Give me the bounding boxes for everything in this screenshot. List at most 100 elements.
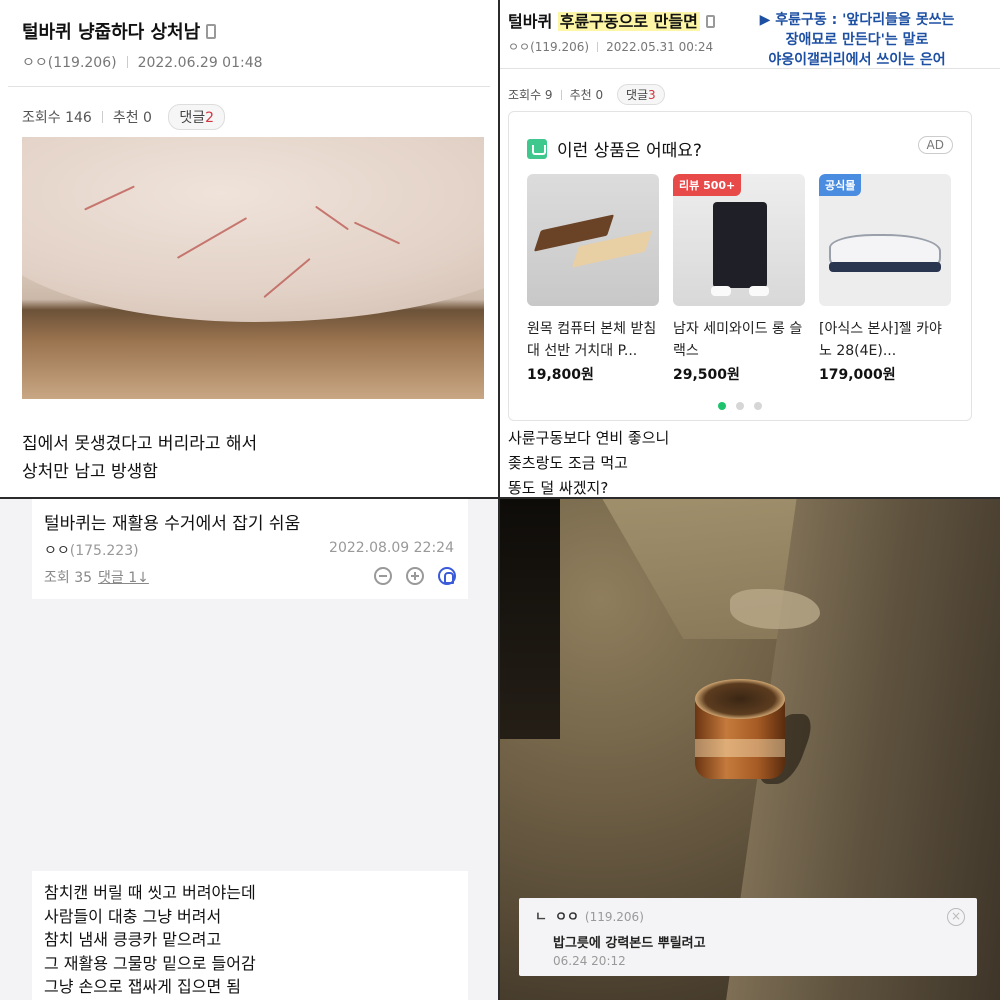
product-card[interactable]: 원목 컴퓨터 본체 받침대 선반 거치대 P... 19,800원: [527, 174, 659, 384]
product-price: 19,800원: [527, 367, 594, 383]
post-date: 2022.06.29 01:48: [137, 55, 263, 71]
bell-icon[interactable]: [438, 566, 456, 585]
product-card[interactable]: 공식몰 [아식스 본사]젤 카야노 28(4E)... 179,000원: [819, 174, 951, 384]
zoom-out-icon[interactable]: [374, 566, 392, 585]
post-title-text: 털바퀴 냥줍하다 상처남: [22, 22, 201, 43]
comment-count: 3: [648, 88, 656, 102]
ad-heading: 이런 상품은 어때요?: [527, 136, 702, 161]
product-price: 29,500원: [673, 367, 740, 383]
body-line: 참치캔 버릴 때 씻고 버려야는데: [44, 883, 256, 902]
collage-divider-vertical: [498, 0, 500, 1000]
comment-author[interactable]: ㄴㅇㅇ (119.206): [535, 906, 644, 925]
post-title[interactable]: 털바퀴 냥줍하다 상처남: [22, 18, 217, 44]
body-line: 그 재활용 그물망 밑으로 들어감: [44, 953, 256, 973]
product-image-slacks: 리뷰 500+: [673, 174, 805, 306]
collage-divider-horizontal: [0, 497, 1000, 499]
carousel-dot-active[interactable]: [718, 402, 726, 410]
ad-product-box: 이런 상품은 어때요? AD 원목 컴퓨터 본체 받침대 선반 거치대 P...…: [508, 111, 972, 421]
author[interactable]: ㅇㅇ(175.223): [44, 540, 139, 560]
product-image-sneaker: 공식몰: [819, 174, 951, 306]
product-tag: 리뷰 500+: [673, 174, 742, 196]
carousel-dot[interactable]: [736, 402, 744, 410]
post-photo-wrist: [22, 137, 484, 399]
post-meta: ㅇㅇ(119.206) 2022.05.31 00:24: [508, 38, 713, 55]
photo-arm: [22, 137, 484, 322]
note-line: ▶ 후륜구동 : '앞다리들을 못쓰는: [759, 12, 955, 28]
comment-text: 밥그릇에 강력본드 뿌릴려고: [553, 936, 706, 951]
ad-badge[interactable]: AD: [917, 136, 953, 154]
divider: [101, 111, 103, 123]
author[interactable]: ㅇㅇ(119.206): [22, 55, 117, 71]
post-panel-3: 털바퀴는 재활용 수거에서 잡기 쉬움 ㅇㅇ(175.223) 2022.08.…: [0, 499, 498, 1000]
divider: [560, 90, 562, 100]
body-line: 집에서 못생겼다고 버리라고 해서: [22, 434, 258, 454]
product-name: [아식스 본사]젤 카야노 28(4E)...: [819, 321, 942, 359]
post-body: 참치캔 버릴 때 씻고 버려야는데 사람들이 대충 그냥 버려서 참치 냄새 킁…: [44, 881, 256, 999]
product-price: 179,000원: [819, 367, 896, 383]
ad-heading-text: 이런 상품은 어때요?: [557, 141, 702, 161]
carousel-dot[interactable]: [754, 402, 762, 410]
post-stats: 조회수 9 추천 0 댓글3: [508, 84, 665, 105]
reply-marker: ㄴ: [535, 910, 547, 925]
close-icon[interactable]: ×: [947, 908, 965, 926]
product-name: 원목 컴퓨터 본체 받침대 선반 거치대 P...: [527, 321, 657, 359]
body-line: 사륜구동보다 연비 좋으니: [508, 429, 670, 447]
post-stats: 조회 35 댓글 1↓: [44, 567, 149, 587]
body-line: 사람들이 대충 그냥 버려서: [44, 906, 222, 926]
product-name: 남자 세미와이드 롱 슬랙스: [673, 321, 803, 359]
comment-author-name: ㅇㅇ: [554, 910, 579, 925]
divider: [8, 86, 490, 87]
recommend-count: 추천 0: [569, 88, 604, 102]
body-line: 좆츠랑도 조금 먹고: [508, 454, 628, 472]
comment-count-button[interactable]: 댓글3: [616, 84, 665, 105]
view-count: 조회수 9: [508, 88, 553, 102]
post-body: 집에서 못생겼다고 버리라고 해서 상처만 남고 방생함: [22, 430, 257, 486]
view-count: 조회수 146: [22, 110, 92, 126]
post-header-card: 털바퀴는 재활용 수거에서 잡기 쉬움 ㅇㅇ(175.223) 2022.08.…: [32, 499, 468, 599]
comment-author-ip: (119.206): [584, 910, 644, 924]
comment-count-button[interactable]: 댓글2: [168, 104, 226, 130]
mobile-icon: [705, 15, 715, 28]
body-line: 상처만 남고 방생함: [22, 462, 158, 482]
post-panel-2: 털바퀴 후륜구동으로 만들면 ㅇㅇ(119.206) 2022.05.31 00:…: [500, 0, 1000, 497]
body-line: 똥도 덜 싸겠지?: [508, 479, 609, 497]
post-meta: ㅇㅇ(119.206) 2022.06.29 01:48: [22, 52, 263, 72]
post-title-prefix: 털바퀴: [508, 12, 558, 31]
comment-item: ㄴㅇㅇ (119.206) 밥그릇에 강력본드 뿌릴려고 06.24 20:12 …: [519, 898, 977, 976]
comment-count: 2: [205, 110, 215, 126]
comment-date: 06.24 20:12: [553, 954, 626, 968]
view-count: 조회 35: [44, 570, 93, 586]
mobile-icon: [206, 24, 217, 39]
post-title[interactable]: 털바퀴 후륜구동으로 만들면: [508, 8, 715, 32]
post-tools: [360, 565, 456, 585]
post-date: 2022.08.09 22:24: [329, 540, 454, 556]
author-ip: (175.223): [69, 543, 139, 559]
recommend-count: 추천 0: [112, 110, 152, 126]
annotation-note: ▶ 후륜구동 : '앞다리들을 못쓰는 장애묘로 만든다'는 말로 야옹이갤러리…: [732, 10, 982, 70]
product-image-wood-stand: [527, 174, 659, 306]
divider: [597, 42, 599, 52]
post-body: 사륜구동보다 연비 좋으니 좆츠랑도 조금 먹고 똥도 덜 싸겠지?: [508, 426, 669, 497]
post-date: 2022.05.31 00:24: [606, 40, 714, 54]
comment-label: 댓글: [625, 88, 649, 102]
product-tag: 공식몰: [819, 174, 862, 196]
photo-dark-area: [500, 499, 560, 739]
note-line: 야옹이갤러리에서 쓰이는 은어: [768, 52, 946, 68]
carousel-dots: [509, 395, 971, 414]
note-line: 장애묘로 만든다'는 말로: [785, 32, 929, 48]
ad-bag-icon: [527, 139, 547, 159]
product-card[interactable]: 리뷰 500+ 남자 세미와이드 롱 슬랙스 29,500원: [673, 174, 805, 384]
photo-panel-tuna-can: ㄴㅇㅇ (119.206) 밥그릇에 강력본드 뿌릴려고 06.24 20:12 …: [500, 499, 1000, 1000]
divider: [126, 56, 128, 68]
post-title[interactable]: 털바퀴는 재활용 수거에서 잡기 쉬움: [44, 509, 300, 534]
post-stats: 조회수 146 추천 0 댓글2: [22, 104, 226, 130]
comment-link[interactable]: 댓글 1↓: [98, 570, 149, 586]
body-line: 참치 냄새 킁킁카 맡으려고: [44, 930, 222, 949]
post-body-card: 참치캔 버릴 때 씻고 버려야는데 사람들이 대충 그냥 버려서 참치 냄새 킁…: [32, 871, 468, 1000]
comment-label: 댓글: [179, 110, 206, 126]
post-panel-1: 털바퀴 냥줍하다 상처남 ㅇㅇ(119.206) 2022.06.29 01:48…: [0, 0, 498, 497]
zoom-in-icon[interactable]: [406, 566, 424, 585]
author[interactable]: ㅇㅇ(119.206): [508, 40, 589, 54]
post-title-highlight: 후륜구동으로 만들면: [557, 12, 700, 31]
author-name: ㅇㅇ: [44, 543, 70, 559]
